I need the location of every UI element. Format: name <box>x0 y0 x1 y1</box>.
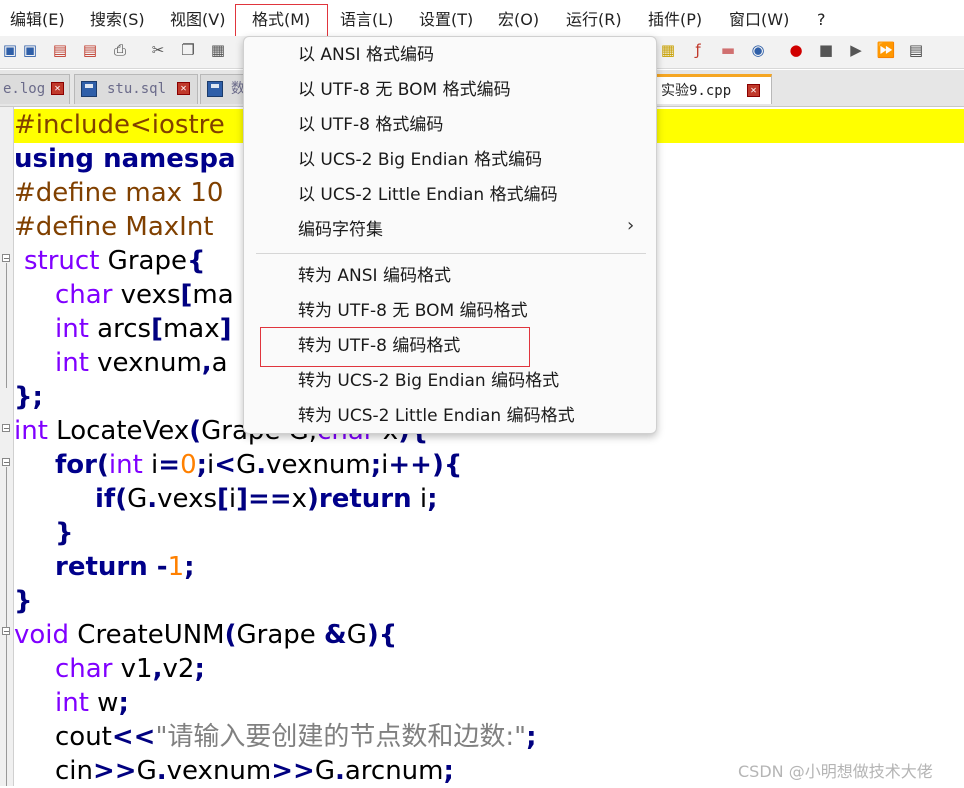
watermark: CSDN @小明想做技术大佬 <box>738 762 933 781</box>
menu-window[interactable]: 窗口(W) <box>729 8 789 32</box>
code-line-12: if(G.vexs[i]==x)return i; <box>95 484 438 514</box>
menu-help[interactable]: ? <box>817 8 826 32</box>
tab-label: stu.sql <box>107 81 167 97</box>
fold-toggle[interactable]: − <box>2 424 10 433</box>
fold-line <box>6 636 7 786</box>
tab-third[interactable]: 数 <box>200 74 244 104</box>
format-menu-highlight-box <box>235 4 328 40</box>
play-macro-icon[interactable]: ▶ <box>846 40 866 60</box>
record-macro-icon[interactable]: ● <box>786 40 806 60</box>
tab-stu-sql[interactable]: stu.sql ✕ <box>74 74 198 104</box>
save-status-icon <box>81 81 97 97</box>
fold-toggle[interactable]: − <box>2 458 10 467</box>
menu-edit[interactable]: 编辑(E) <box>10 8 65 32</box>
close-icon[interactable]: ✕ <box>747 84 760 97</box>
fold-toggle[interactable]: − <box>2 627 10 636</box>
close-icon[interactable]: ✕ <box>177 82 190 95</box>
menu-item-convert-ansi[interactable]: 转为 ANSI 编码格式 <box>298 261 451 291</box>
code-line-17: char v1,v2; <box>55 654 205 684</box>
menu-plugins[interactable]: 插件(P) <box>648 8 702 32</box>
save-macro-icon[interactable]: ▤ <box>906 40 926 60</box>
menu-item-encode-ucs2-le[interactable]: 以 UCS-2 Little Endian 格式编码 <box>298 180 558 210</box>
code-line-16: void CreateUNM(Grape &G){ <box>14 620 398 650</box>
folder-icon[interactable]: ▬ <box>718 40 738 60</box>
code-line-20: cin>>G.vexnum>>G.arcnum; <box>55 756 454 786</box>
tab-log[interactable]: e.log ✕ <box>0 74 70 104</box>
run-macro-multiple-icon[interactable]: ⏩ <box>876 40 896 60</box>
tab-label: 实验9.cpp <box>661 83 732 99</box>
format-dropdown-menu: 以 ANSI 格式编码 以 UTF-8 无 BOM 格式编码 以 UTF-8 格… <box>243 36 657 434</box>
code-line-6: char vexs[ma <box>55 280 234 310</box>
map-icon[interactable]: ▦ <box>658 40 678 60</box>
menu-item-encode-ucs2-be[interactable]: 以 UCS-2 Big Endian 格式编码 <box>298 145 542 175</box>
paste-icon[interactable]: ▦ <box>208 40 228 60</box>
cut-icon[interactable]: ✂ <box>148 40 168 60</box>
close-file-icon[interactable]: ▤ <box>50 40 70 60</box>
monitor-icon[interactable]: ◉ <box>748 40 768 60</box>
menu-item-encode-utf8[interactable]: 以 UTF-8 格式编码 <box>298 110 443 140</box>
stop-macro-icon[interactable]: ■ <box>816 40 836 60</box>
fold-line <box>6 263 7 388</box>
save-icon[interactable]: ▣ <box>0 40 20 60</box>
menu-bar: 编辑(E) 搜索(S) 视图(V) 格式(M) 语言(L) 设置(T) 宏(O)… <box>0 0 964 40</box>
code-line-4: #define MaxInt <box>14 212 214 242</box>
menu-item-convert-ucs2-be[interactable]: 转为 UCS-2 Big Endian 编码格式 <box>298 366 559 396</box>
convert-utf8-highlight-box <box>260 327 530 367</box>
code-line-18: int w; <box>55 688 129 718</box>
code-line-3: #define max 10 <box>14 178 224 208</box>
code-line-1: #include<iostre <box>14 110 225 140</box>
menu-run[interactable]: 运行(R) <box>566 8 622 32</box>
code-line-5: struct Grape{ <box>24 246 206 276</box>
tab-experiment9-cpp[interactable]: 实验9.cpp ✕ <box>654 74 772 104</box>
menu-separator <box>256 253 646 254</box>
menu-search[interactable]: 搜索(S) <box>90 8 145 32</box>
menu-macro[interactable]: 宏(O) <box>498 8 539 32</box>
menu-settings[interactable]: 设置(T) <box>419 8 473 32</box>
code-line-19: cout<<"请输入要创建的节点数和边数:"; <box>55 722 537 752</box>
code-line-7: int arcs[max] <box>55 314 232 344</box>
save-status-icon <box>207 81 223 97</box>
menu-language[interactable]: 语言(L) <box>340 8 393 32</box>
code-line-14: return -1; <box>55 552 195 582</box>
menu-item-encode-utf8-no-bom[interactable]: 以 UTF-8 无 BOM 格式编码 <box>298 75 511 105</box>
menu-view[interactable]: 视图(V) <box>170 8 225 32</box>
code-line-13: } <box>55 518 74 548</box>
function-list-icon[interactable]: ƒ <box>688 40 708 60</box>
fold-gutter: − − − − <box>0 107 14 786</box>
code-line-15: } <box>14 586 33 616</box>
code-line-8: int vexnum,a <box>55 348 228 378</box>
menu-item-convert-utf8-no-bom[interactable]: 转为 UTF-8 无 BOM 编码格式 <box>298 296 528 326</box>
close-icon[interactable]: ✕ <box>51 82 64 95</box>
menu-item-convert-ucs2-le[interactable]: 转为 UCS-2 Little Endian 编码格式 <box>298 401 575 431</box>
code-line-2: using namespa <box>14 144 236 174</box>
fold-toggle[interactable]: − <box>2 254 10 263</box>
code-line-11: for(int i=0;i<G.vexnum;i++){ <box>55 450 463 480</box>
menu-item-charset[interactable]: 编码字符集 <box>298 215 383 245</box>
chevron-right-icon: › <box>627 215 635 236</box>
copy-icon[interactable]: ❐ <box>178 40 198 60</box>
print-icon[interactable]: ⎙ <box>110 40 130 60</box>
save-all-icon[interactable]: ▣ <box>20 40 40 60</box>
code-line-9: }; <box>14 382 43 412</box>
close-all-icon[interactable]: ▤ <box>80 40 100 60</box>
menu-item-encode-ansi[interactable]: 以 ANSI 格式编码 <box>298 40 434 70</box>
tab-label: e.log <box>3 81 46 97</box>
